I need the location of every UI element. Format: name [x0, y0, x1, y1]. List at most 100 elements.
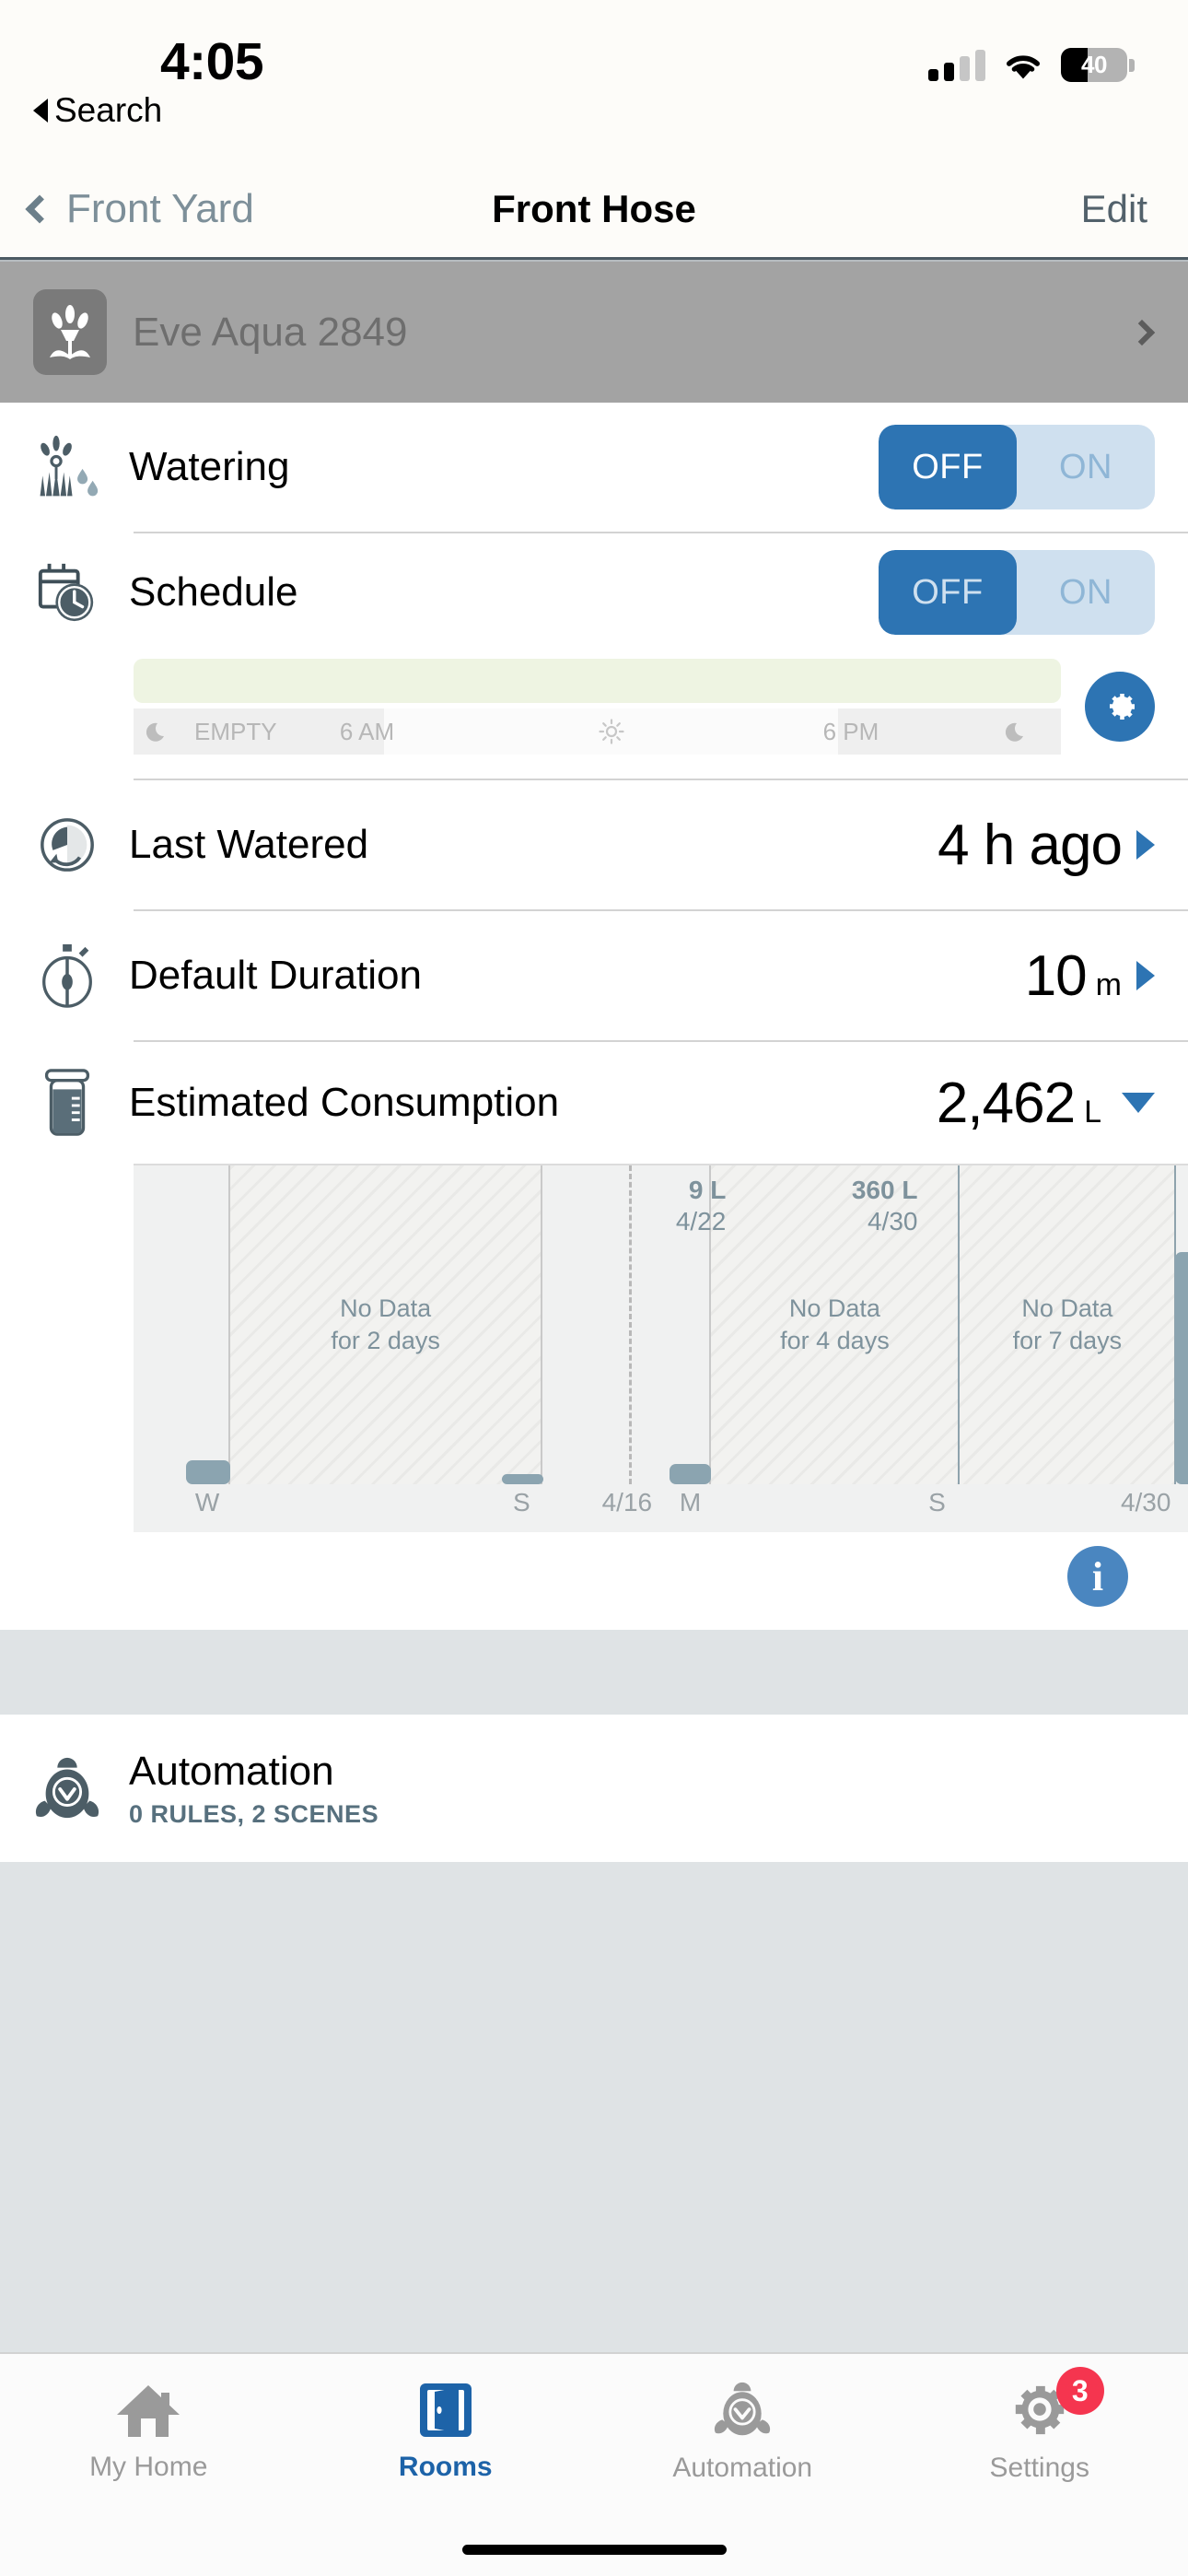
back-triangle-icon [33, 99, 48, 123]
automation-bug-icon [715, 2382, 771, 2435]
schedule-settings-button[interactable] [1085, 672, 1155, 742]
watering-sprinkler-icon [29, 435, 105, 499]
last-watered-value-group: 4 h ago [938, 813, 1155, 878]
estimated-consumption-row[interactable]: Estimated Consumption 2,462 L [0, 1042, 1188, 1164]
x-tick-label: 4/30 [1120, 1488, 1171, 1516]
chart-annotation-value: 360 L [851, 1176, 918, 1204]
chevron-right-icon [1136, 961, 1155, 990]
schedule-toggle-on[interactable]: ON [1017, 550, 1155, 635]
chart-gridline [540, 1165, 542, 1484]
estimated-consumption-unit: L [1084, 1094, 1101, 1130]
moon-icon [1005, 722, 1023, 742]
home-indicator[interactable] [461, 2544, 727, 2555]
status-bar-indicators: 40 [928, 48, 1135, 82]
consumption-chart-area: No Data for 2 days No Data for 4 days No… [0, 1164, 1188, 1630]
battery-percent-label: 40 [1081, 51, 1107, 78]
no-data-line2: for 2 days [331, 1327, 440, 1354]
chart-bar [501, 1474, 544, 1484]
automation-row[interactable]: Automation 0 RULES, 2 SCENES [0, 1715, 1188, 1862]
no-data-line2: for 7 days [1012, 1327, 1123, 1354]
cellular-signal-icon [928, 49, 985, 81]
tab-my-home-label: My Home [89, 2451, 208, 2482]
tab-my-home[interactable]: My Home [0, 2354, 297, 2523]
chart-annotation-date: 4/22 [675, 1207, 727, 1236]
chart-today-line [629, 1165, 633, 1484]
tab-bar: My Home Rooms Automation Settings 3 [0, 2352, 1188, 2523]
sprinkler-icon [33, 289, 107, 375]
schedule-timeline-area: EMPTY 6 AM 6 PM [0, 651, 1188, 779]
status-bar-time: 4:05 [159, 32, 264, 91]
schedule-timeline-scale: EMPTY 6 AM 6 PM [134, 708, 1061, 755]
device-controls-card: Watering OFF ON Schedule OFF ON EMPTY 6 … [0, 403, 1188, 1630]
timeline-morning-label: 6 AM [339, 717, 395, 745]
no-data-region: No Data for 2 days [229, 1165, 542, 1484]
schedule-label: Schedule [129, 569, 298, 615]
chart-annotation: 9 L 4/22 [645, 1175, 727, 1237]
estimated-consumption-value: 2,462 [936, 1071, 1076, 1135]
app-screen: 4:05 Search 40 Front Yard Front Hose Edi… [0, 0, 1188, 2576]
watering-toggle-off[interactable]: OFF [879, 425, 1017, 509]
chart-info-row: i [0, 1532, 1188, 1621]
estimated-consumption-label: Estimated Consumption [129, 1080, 560, 1125]
x-tick-label: M [679, 1488, 702, 1516]
chart-bar [186, 1460, 231, 1484]
default-duration-unit: m [1095, 966, 1122, 1002]
home-indicator-area [0, 2523, 1188, 2576]
gear-icon [1110, 694, 1135, 720]
last-watered-row[interactable]: Last Watered 4 h ago [0, 780, 1188, 909]
scroll-content: Eve Aqua 2849 Watering OFF ON Schedule O… [0, 260, 1188, 2352]
schedule-row: Schedule OFF ON [0, 533, 1188, 651]
tab-settings-label: Settings [989, 2452, 1089, 2483]
battery-icon: 40 [1061, 48, 1135, 82]
tab-rooms-label: Rooms [398, 2451, 493, 2482]
consumption-bar-chart[interactable]: No Data for 2 days No Data for 4 days No… [134, 1164, 1188, 1532]
x-tick-label: S [513, 1488, 530, 1516]
section-gap [0, 1862, 1188, 2157]
chevron-down-icon[interactable] [1122, 1093, 1155, 1113]
no-data-line2: for 4 days [780, 1327, 890, 1354]
watering-row: Watering OFF ON [0, 403, 1188, 532]
watering-toggle-on[interactable]: ON [1017, 425, 1155, 509]
default-duration-value: 10 [1024, 943, 1088, 1008]
moon-icon [146, 722, 164, 742]
chevron-right-icon [1136, 830, 1155, 860]
chart-x-axis: W S 4/16 M S 4/30 M T M [134, 1484, 1188, 1532]
watering-label: Watering [129, 444, 290, 489]
history-clock-icon [29, 814, 105, 875]
automation-subtitle: 0 RULES, 2 SCENES [129, 1799, 379, 1828]
back-to-search-link[interactable]: Search [33, 91, 162, 130]
sun-icon [598, 719, 624, 744]
schedule-timeline[interactable]: EMPTY 6 AM 6 PM [134, 659, 1061, 755]
default-duration-label: Default Duration [129, 953, 422, 998]
default-duration-value-group: 10 m [1025, 943, 1155, 1009]
chart-annotation-line [958, 1165, 961, 1484]
x-tick-label: 4/16 [601, 1488, 653, 1516]
schedule-toggle[interactable]: OFF ON [879, 550, 1155, 635]
last-watered-value: 4 h ago [938, 813, 1123, 877]
schedule-toggle-off[interactable]: OFF [879, 550, 1017, 635]
device-name-label: Eve Aqua 2849 [133, 309, 408, 355]
default-duration-row[interactable]: Default Duration 10 m [0, 911, 1188, 1040]
no-data-line1: No Data [1021, 1294, 1113, 1323]
timeline-empty-label: EMPTY [194, 717, 277, 745]
watering-toggle[interactable]: OFF ON [879, 425, 1155, 509]
settings-badge: 3 [1055, 2367, 1104, 2415]
page-title: Front Hose [492, 187, 696, 230]
device-header-row[interactable]: Eve Aqua 2849 [0, 260, 1188, 403]
chart-annotation-value: 9 L [688, 1176, 727, 1204]
navigation-bar: Front Yard Front Hose Edit [0, 161, 1188, 260]
automation-text: Automation 0 RULES, 2 SCENES [129, 1749, 379, 1829]
schedule-timeline-bar [134, 659, 1061, 703]
x-tick-label: W [194, 1488, 220, 1516]
tab-rooms[interactable]: Rooms [297, 2354, 595, 2523]
stopwatch-icon [29, 943, 105, 1009]
tab-settings[interactable]: Settings 3 [891, 2354, 1188, 2523]
door-icon [419, 2383, 472, 2437]
automation-bug-icon [29, 1754, 105, 1822]
no-data-line1: No Data [788, 1294, 880, 1323]
info-button[interactable]: i [1067, 1546, 1128, 1607]
automation-label: Automation [129, 1748, 334, 1794]
tab-automation[interactable]: Automation [594, 2354, 891, 2523]
no-data-region: No Data for 7 days [959, 1165, 1176, 1484]
status-bar: 4:05 Search 40 [0, 0, 1188, 161]
